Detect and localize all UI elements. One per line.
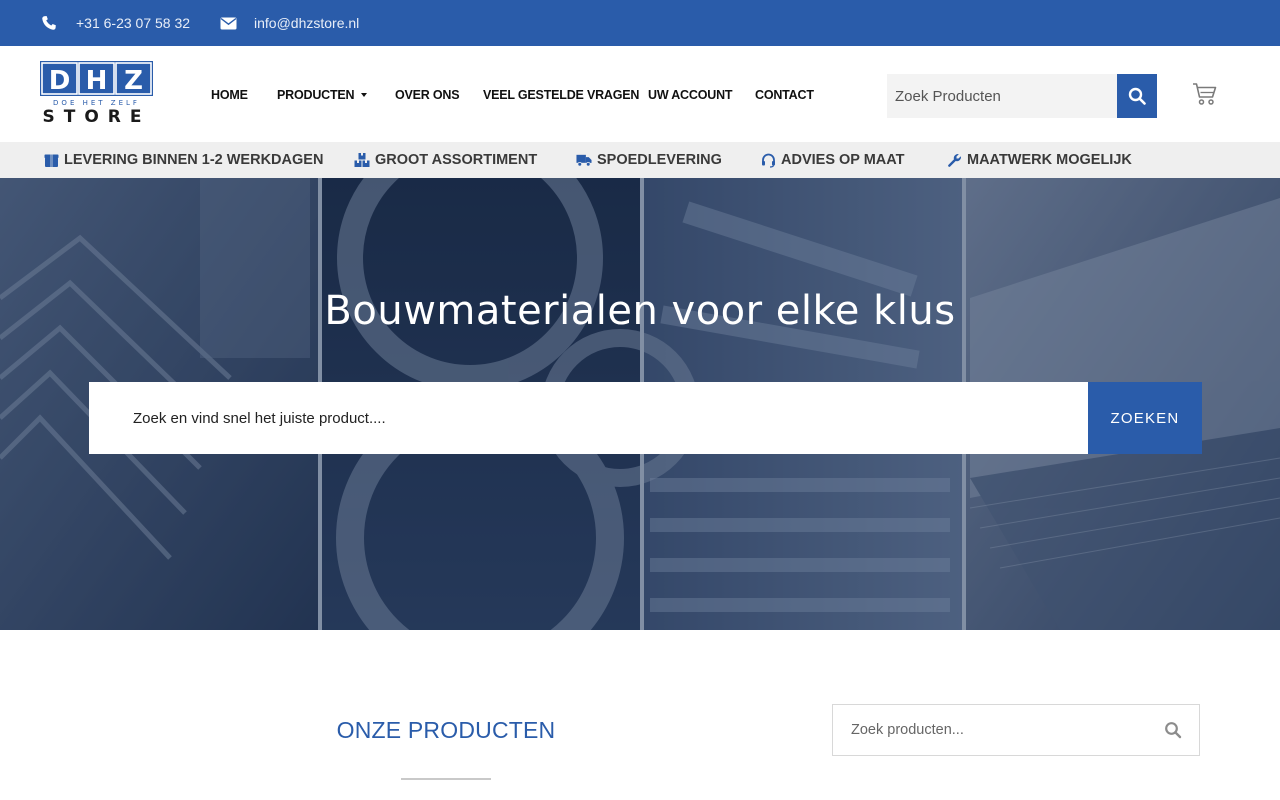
search-icon: [1128, 87, 1146, 105]
cart-button[interactable]: [1192, 82, 1218, 106]
logo-letter-h: H: [86, 66, 108, 96]
email-contact[interactable]: info@dhzstore.nl: [219, 0, 359, 46]
boxes-icon: [354, 152, 370, 168]
usp-advies: ADVIES OP MAAT: [760, 142, 905, 178]
cart-icon: [1193, 83, 1217, 105]
email-address: info@dhzstore.nl: [254, 15, 360, 31]
caret-down-icon: [361, 92, 368, 97]
products-search-input[interactable]: Zoek producten...: [832, 704, 1200, 756]
phone-icon: [40, 14, 58, 32]
usp-spoedlevering: SPOEDLEVERING: [576, 142, 722, 178]
nav-over-ons[interactable]: OVER ONS: [395, 88, 460, 102]
usp-label: MAATWERK MOGELIJK: [967, 152, 1132, 168]
logo-letter-z: Z: [124, 66, 143, 96]
hero-search-button[interactable]: ZOEKEN: [1088, 382, 1202, 454]
box-icon: [43, 152, 59, 168]
logo-store: STORE: [43, 107, 151, 123]
hero-title: Bouwmaterialen voor elke klus: [324, 288, 956, 334]
usp-label: LEVERING BINNEN 1-2 WERKDAGEN: [64, 152, 324, 168]
nav-producten[interactable]: PRODUCTEN: [277, 88, 368, 102]
usp-maatwerk: MAATWERK MOGELIJK: [946, 142, 1132, 178]
nav-account[interactable]: UW ACCOUNT: [648, 88, 733, 102]
header-search-input[interactable]: Zoek Producten: [887, 74, 1117, 118]
usp-label: SPOEDLEVERING: [597, 152, 722, 168]
nav-producten-label: PRODUCTEN: [277, 88, 355, 102]
logo-letter-d: D: [49, 66, 71, 96]
hero-search-input[interactable]: Zoek en vind snel het juiste product....: [89, 382, 1088, 454]
products-section-title: ONZE PRODUCTEN: [336, 717, 556, 743]
envelope-icon: [219, 14, 237, 32]
phone-contact[interactable]: +31 6-23 07 58 32: [40, 0, 190, 46]
usp-bar: LEVERING BINNEN 1-2 WERKDAGEN GROOT ASSO…: [0, 142, 1280, 178]
logo[interactable]: D H Z DOE HET ZELF STORE: [40, 61, 153, 127]
section-divider: [401, 778, 491, 780]
logo-tagline: DOE HET ZELF: [53, 99, 140, 107]
truck-icon: [576, 152, 592, 168]
main-header: D H Z DOE HET ZELF STORE HOME PRODUCTEN …: [0, 46, 1280, 142]
header-search-button[interactable]: [1117, 74, 1157, 118]
nav-contact[interactable]: CONTACT: [755, 88, 814, 102]
usp-assortiment: GROOT ASSORTIMENT: [354, 142, 537, 178]
usp-label: ADVIES OP MAAT: [781, 152, 905, 168]
top-contact-bar: +31 6-23 07 58 32 info@dhzstore.nl: [0, 0, 1280, 46]
usp-label: GROOT ASSORTIMENT: [375, 152, 538, 168]
headset-icon: [760, 152, 776, 168]
hero-banner: Bouwmaterialen voor elke klus Zoek en vi…: [0, 178, 1280, 630]
wrench-icon: [946, 152, 962, 168]
usp-levering: LEVERING BINNEN 1-2 WERKDAGEN: [43, 142, 323, 178]
search-icon[interactable]: [1164, 721, 1182, 739]
nav-home[interactable]: HOME: [211, 88, 248, 102]
phone-number: +31 6-23 07 58 32: [76, 15, 191, 31]
nav-faq[interactable]: VEEL GESTELDE VRAGEN: [483, 88, 639, 102]
